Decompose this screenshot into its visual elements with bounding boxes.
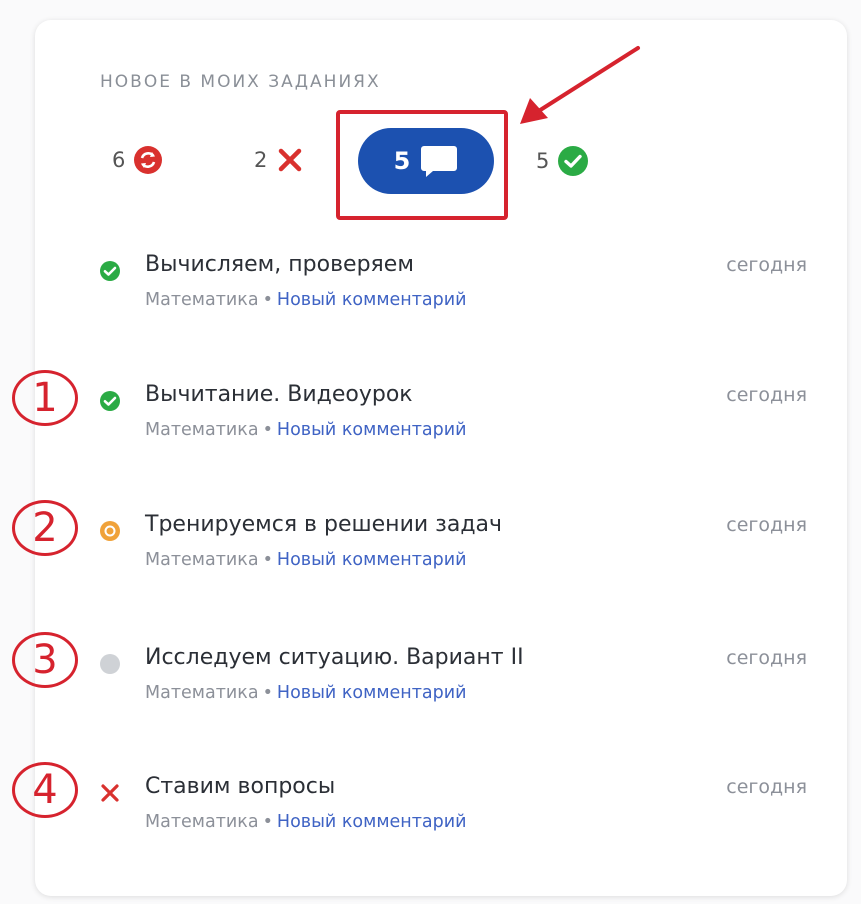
rejected-counter[interactable]: 2 bbox=[254, 145, 305, 175]
grey-dot-icon bbox=[100, 654, 120, 674]
new-comment-link[interactable]: Новый комментарий bbox=[277, 812, 467, 832]
annotation-marker: 3 bbox=[12, 632, 78, 688]
refresh-icon bbox=[134, 146, 163, 174]
task-date: сегодня bbox=[726, 384, 807, 406]
rejected-count: 2 bbox=[254, 148, 268, 172]
task-title: Тренируемся в решении задач bbox=[145, 512, 503, 537]
meta-separator: • bbox=[262, 420, 273, 440]
task-meta: Математика • Новый комментарий bbox=[145, 290, 467, 310]
task-item[interactable]: Тренируемся в решении задач Математика • Н… bbox=[95, 512, 815, 592]
refresh-counter[interactable]: 6 bbox=[112, 145, 163, 175]
check-circle-icon bbox=[100, 261, 120, 281]
task-meta: Математика • Новый комментарий bbox=[145, 812, 467, 832]
task-subject: Математика bbox=[145, 550, 259, 570]
check-circle-icon bbox=[558, 146, 589, 176]
task-item[interactable]: Вычисляем, проверяем Математика • Новый ко… bbox=[95, 252, 815, 332]
cross-icon bbox=[101, 784, 119, 802]
meta-separator: • bbox=[262, 812, 273, 832]
annotation-marker: 2 bbox=[12, 500, 78, 556]
annotation-arrow bbox=[520, 46, 640, 124]
refresh-count: 6 bbox=[112, 148, 126, 172]
task-subject: Математика bbox=[145, 420, 259, 440]
pending-circle-icon bbox=[100, 521, 120, 541]
task-subject: Математика bbox=[145, 812, 259, 832]
task-title: Ставим вопросы bbox=[145, 774, 336, 799]
new-comment-link[interactable]: Новый комментарий bbox=[277, 550, 467, 570]
annotation-marker: 4 bbox=[12, 762, 78, 818]
task-meta: Математика • Новый комментарий bbox=[145, 683, 467, 703]
task-item[interactable]: Вычитание. Видеоурок Математика • Новый ко… bbox=[95, 382, 815, 462]
task-date: сегодня bbox=[726, 514, 807, 536]
new-comment-link[interactable]: Новый комментарий bbox=[277, 683, 467, 703]
meta-separator: • bbox=[262, 683, 273, 703]
task-item[interactable]: Ставим вопросы Математика • Новый коммента… bbox=[95, 774, 815, 854]
task-date: сегодня bbox=[726, 647, 807, 669]
new-comment-link[interactable]: Новый комментарий bbox=[277, 420, 467, 440]
meta-separator: • bbox=[262, 290, 273, 310]
task-title: Вычитание. Видеоурок bbox=[145, 382, 413, 407]
task-date: сегодня bbox=[726, 776, 807, 798]
cross-icon bbox=[279, 148, 302, 172]
done-counter[interactable]: 5 bbox=[536, 145, 589, 177]
task-title: Исследуем ситуацию. Вариант II bbox=[145, 645, 524, 670]
task-item[interactable]: Исследуем ситуацию. Вариант II Математик… bbox=[95, 645, 815, 725]
task-subject: Математика bbox=[145, 683, 259, 703]
annotation-marker: 1 bbox=[12, 370, 78, 426]
task-title: Вычисляем, проверяем bbox=[145, 252, 414, 277]
annotation-highlight-box bbox=[336, 110, 508, 220]
new-comment-link[interactable]: Новый комментарий bbox=[277, 290, 467, 310]
task-meta: Математика • Новый комментарий bbox=[145, 550, 467, 570]
meta-separator: • bbox=[262, 550, 273, 570]
section-title: НОВОЕ В МОИХ ЗАДАНИЯХ bbox=[100, 72, 381, 92]
task-meta: Математика • Новый комментарий bbox=[145, 420, 467, 440]
task-subject: Математика bbox=[145, 290, 259, 310]
done-count: 5 bbox=[536, 149, 550, 173]
check-circle-icon bbox=[100, 391, 120, 411]
task-date: сегодня bbox=[726, 254, 807, 276]
